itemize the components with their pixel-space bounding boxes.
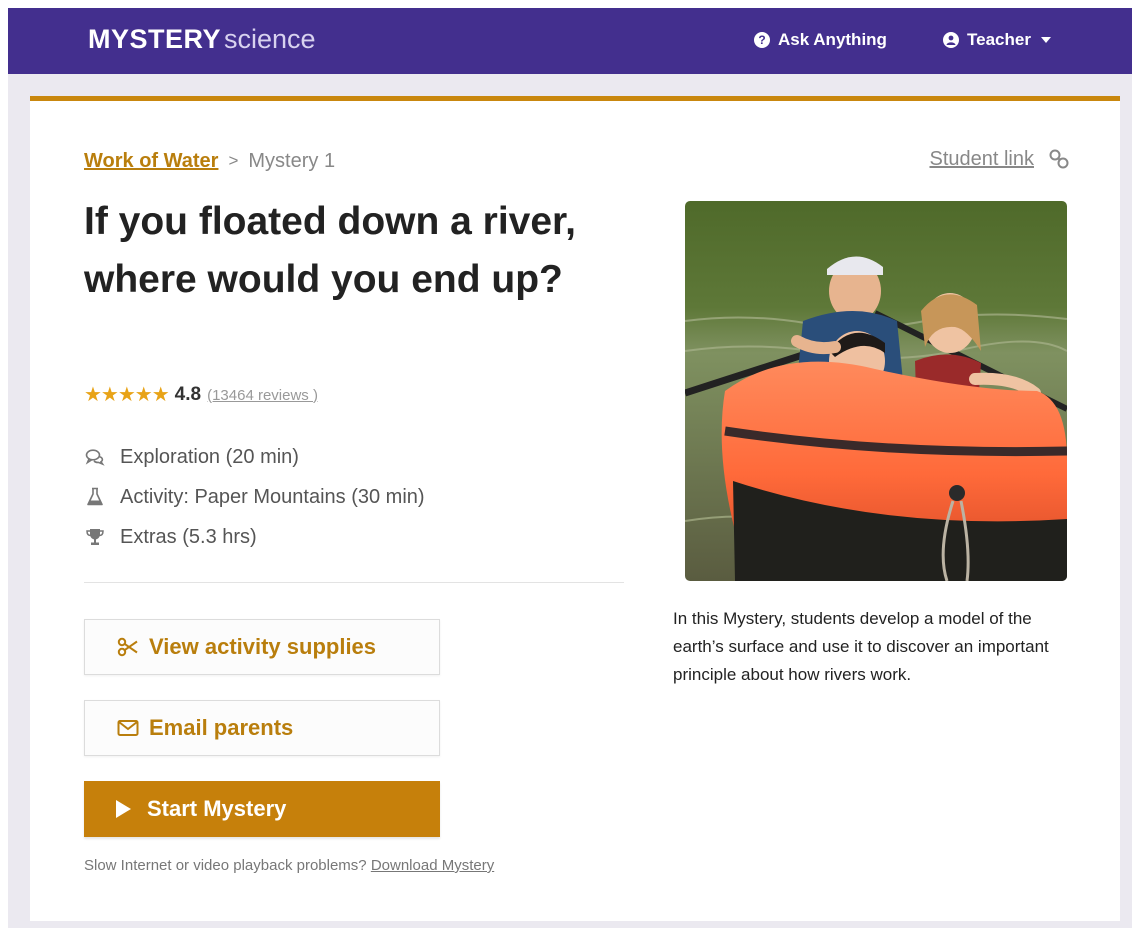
detail-activity: Activity: Paper Mountains (30 min)	[84, 477, 425, 517]
breadcrumb-unit-link[interactable]: Work of Water	[84, 147, 218, 175]
breadcrumb-separator: >	[228, 151, 239, 170]
download-mystery-link[interactable]: Download Mystery	[371, 857, 494, 874]
logo-bold-text: MYSTERY	[88, 24, 222, 54]
star-rating-icon: ★★★★★	[84, 384, 170, 406]
user-circle-icon	[943, 32, 959, 48]
top-navigation: MYSTERY science ? Ask Anything Teacher	[8, 8, 1132, 74]
ask-anything-link[interactable]: ? Ask Anything	[754, 28, 887, 52]
teacher-label: Teacher	[967, 30, 1031, 49]
mystery-card: Work of Water > Mystery 1 Student link I…	[30, 96, 1120, 921]
view-supplies-label: View activity supplies	[149, 634, 377, 659]
app-frame: MYSTERY science ? Ask Anything Teacher Wo…	[8, 8, 1132, 928]
envelope-icon	[117, 720, 139, 736]
link-icon	[1049, 149, 1069, 169]
mystery-description: In this Mystery, students develop a mode…	[673, 609, 1049, 684]
rating: ★★★★★ 4.8 (13464 reviews )	[84, 383, 318, 407]
help-text: Slow Internet or video playback problems…	[84, 857, 494, 874]
detail-label: Activity: Paper Mountains (30 min)	[120, 485, 425, 508]
mystery-photo	[685, 201, 1067, 581]
mystery-details: Exploration (20 min) Activity: Paper Mou…	[84, 437, 425, 557]
page-title: If you floated down a river, where would…	[84, 200, 576, 301]
email-parents-button[interactable]: Email parents	[84, 700, 440, 756]
start-mystery-button[interactable]: Start Mystery	[84, 781, 440, 837]
detail-extras: Extras (5.3 hrs)	[84, 517, 425, 557]
kids-in-raft-image	[685, 201, 1067, 581]
reviews-link[interactable]: (13464 reviews )	[207, 387, 318, 404]
start-mystery-label: Start Mystery	[147, 796, 287, 821]
flask-icon	[84, 486, 106, 508]
student-link[interactable]: Student link	[929, 145, 1070, 173]
detail-exploration: Exploration (20 min)	[84, 437, 425, 477]
mystery-science-logo[interactable]: MYSTERY science	[88, 22, 316, 56]
divider	[84, 582, 624, 583]
breadcrumb-current: Mystery 1	[248, 150, 336, 172]
student-link-label: Student link	[929, 148, 1034, 170]
rating-value: 4.8	[174, 384, 202, 405]
chat-icon	[84, 446, 106, 468]
detail-label: Exploration (20 min)	[120, 445, 299, 468]
help-text-label: Slow Internet or video playback problems…	[84, 857, 367, 874]
trophy-icon	[84, 526, 106, 548]
email-parents-label: Email parents	[149, 715, 294, 740]
teacher-menu[interactable]: Teacher	[943, 28, 1051, 52]
breadcrumb: Work of Water > Mystery 1	[84, 147, 335, 175]
ask-anything-label: Ask Anything	[778, 30, 887, 49]
scissors-icon	[117, 637, 138, 657]
chevron-down-icon	[1040, 37, 1051, 43]
view-supplies-button[interactable]: View activity supplies	[84, 619, 440, 675]
detail-label: Extras (5.3 hrs)	[120, 525, 257, 548]
play-icon	[116, 800, 131, 818]
logo-light-text: science	[224, 24, 316, 54]
question-circle-icon: ?	[754, 32, 770, 48]
